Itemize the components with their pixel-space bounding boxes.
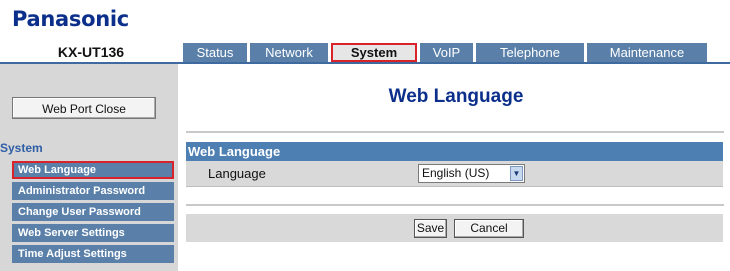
tab-voip[interactable]: VoIP (420, 43, 473, 62)
main-tabs: Status Network System VoIP Telephone Mai… (183, 43, 707, 62)
section-header: Web Language (186, 142, 723, 161)
language-row: Language English (US) ▼ (186, 161, 723, 187)
sidebar-item-web-language[interactable]: Web Language (12, 161, 174, 179)
language-label: Language (208, 166, 266, 181)
cancel-button[interactable]: Cancel (454, 219, 524, 238)
brand-logo: Panasonic (12, 7, 129, 31)
tab-system[interactable]: System (331, 43, 417, 62)
language-select[interactable]: English (US) ▼ (418, 164, 525, 183)
language-select-value: English (US) (422, 166, 490, 180)
tab-network[interactable]: Network (250, 43, 328, 62)
sidebar-item-web-server-settings[interactable]: Web Server Settings (12, 224, 174, 242)
chevron-down-icon[interactable]: ▼ (510, 166, 523, 181)
sidebar-section-title: System (0, 141, 43, 155)
sidebar-item-change-user-password[interactable]: Change User Password (12, 203, 174, 221)
sidebar-item-time-adjust-settings[interactable]: Time Adjust Settings (12, 245, 174, 263)
tab-telephone[interactable]: Telephone (476, 43, 584, 62)
model-name: KX-UT136 (57, 44, 125, 60)
divider (186, 131, 724, 133)
sidebar-menu: Web Language Administrator Password Chan… (12, 161, 174, 266)
page-title: Web Language (388, 86, 524, 107)
web-port-close-button[interactable]: Web Port Close (12, 97, 156, 119)
sidebar: Web Port Close System Web Language Admin… (0, 64, 178, 271)
divider (186, 204, 724, 206)
button-bar: Save Cancel (186, 214, 723, 242)
tab-maintenance[interactable]: Maintenance (587, 43, 707, 62)
sidebar-item-administrator-password[interactable]: Administrator Password (12, 182, 174, 200)
save-button[interactable]: Save (414, 219, 447, 238)
main-content: Web Language Web Language Language Engli… (186, 64, 730, 271)
tab-status[interactable]: Status (183, 43, 247, 62)
